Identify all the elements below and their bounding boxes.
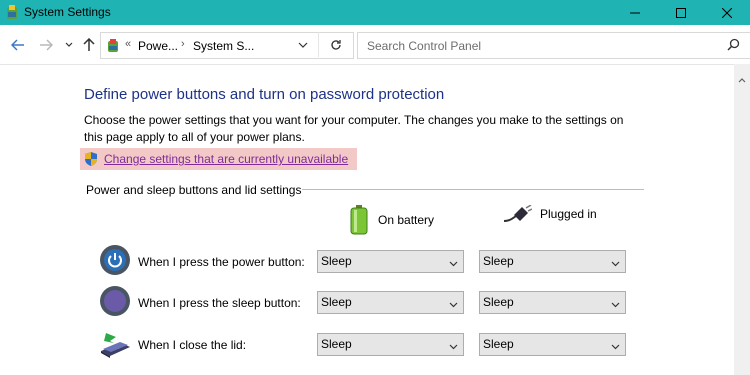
- column-header-battery: On battery: [350, 205, 434, 235]
- breadcrumb-separator-icon: «: [125, 38, 132, 50]
- chevron-down-icon: [449, 256, 458, 270]
- scroll-up-icon[interactable]: [738, 70, 746, 88]
- power-button-icon: [98, 243, 132, 277]
- chevron-down-icon: [611, 256, 620, 270]
- select-value: Sleep: [483, 254, 514, 268]
- chevron-down-icon: [611, 339, 620, 353]
- back-arrow-icon: [11, 39, 24, 51]
- sleep-button-battery-select[interactable]: Sleep: [317, 291, 464, 314]
- column-header-plugged: Plugged in: [504, 205, 597, 223]
- up-button[interactable]: [80, 35, 98, 55]
- section-divider: [302, 189, 644, 190]
- forward-arrow-icon: [40, 39, 53, 51]
- chevron-down-icon: [298, 42, 308, 48]
- close-button[interactable]: [704, 0, 750, 25]
- search-placeholder: Search Control Panel: [367, 39, 482, 53]
- row-label-power-button: When I press the power button:: [138, 255, 305, 269]
- chevron-down-icon: [449, 339, 458, 353]
- row-label-sleep-button: When I press the sleep button:: [138, 296, 301, 310]
- title-bar: System Settings: [0, 0, 750, 25]
- maximize-button[interactable]: [658, 0, 704, 25]
- power-plug-icon: [504, 205, 532, 223]
- search-box[interactable]: Search Control Panel: [357, 32, 750, 59]
- select-value: Sleep: [321, 254, 352, 268]
- window-title: System Settings: [24, 5, 111, 19]
- close-lid-battery-select[interactable]: Sleep: [317, 333, 464, 356]
- page-description: Choose the power settings that you want …: [84, 113, 624, 144]
- vertical-scrollbar[interactable]: [734, 64, 750, 375]
- change-settings-link[interactable]: Change settings that are currently unava…: [80, 148, 357, 170]
- breadcrumb-separator-icon: ›: [181, 38, 185, 50]
- recent-locations-button[interactable]: [62, 35, 76, 55]
- laptop-lid-icon: [98, 327, 132, 361]
- column-header-battery-label: On battery: [378, 213, 435, 227]
- section-title: Power and sleep buttons and lid settings: [86, 183, 302, 197]
- select-value: Sleep: [321, 295, 352, 309]
- chevron-down-icon: [611, 297, 620, 311]
- control-panel-icon: [106, 37, 122, 56]
- select-value: Sleep: [483, 295, 514, 309]
- page-title: Define power buttons and turn on passwor…: [84, 86, 445, 103]
- minimize-button[interactable]: [612, 0, 658, 25]
- sleep-button-plugged-select[interactable]: Sleep: [479, 291, 626, 314]
- change-settings-link-text[interactable]: Change settings that are currently unava…: [104, 152, 348, 166]
- column-header-plugged-label: Plugged in: [540, 207, 597, 221]
- row-label-close-lid: When I close the lid:: [138, 338, 247, 352]
- address-dropdown-button[interactable]: [290, 32, 316, 57]
- close-lid-plugged-select[interactable]: Sleep: [479, 333, 626, 356]
- breadcrumb-item-power-options[interactable]: Powe...: [138, 39, 178, 53]
- breadcrumb-item-system-settings[interactable]: System S...: [193, 39, 254, 53]
- battery-icon: [350, 205, 368, 235]
- uac-shield-icon: [83, 151, 99, 167]
- back-button[interactable]: [8, 35, 28, 55]
- chevron-down-icon: [449, 297, 458, 311]
- refresh-icon: [331, 39, 341, 50]
- power-button-battery-select[interactable]: Sleep: [317, 250, 464, 273]
- refresh-button[interactable]: [318, 32, 353, 57]
- up-arrow-icon: [83, 38, 95, 51]
- sleep-button-icon: [98, 284, 132, 318]
- navigation-bar: « Powe... › System S... Search Control P…: [0, 25, 750, 65]
- chevron-down-icon: [65, 42, 73, 47]
- select-value: Sleep: [321, 337, 352, 351]
- search-icon[interactable]: [727, 38, 740, 56]
- power-button-plugged-select[interactable]: Sleep: [479, 250, 626, 273]
- forward-button[interactable]: [36, 35, 56, 55]
- control-panel-icon: [6, 4, 20, 20]
- select-value: Sleep: [483, 337, 514, 351]
